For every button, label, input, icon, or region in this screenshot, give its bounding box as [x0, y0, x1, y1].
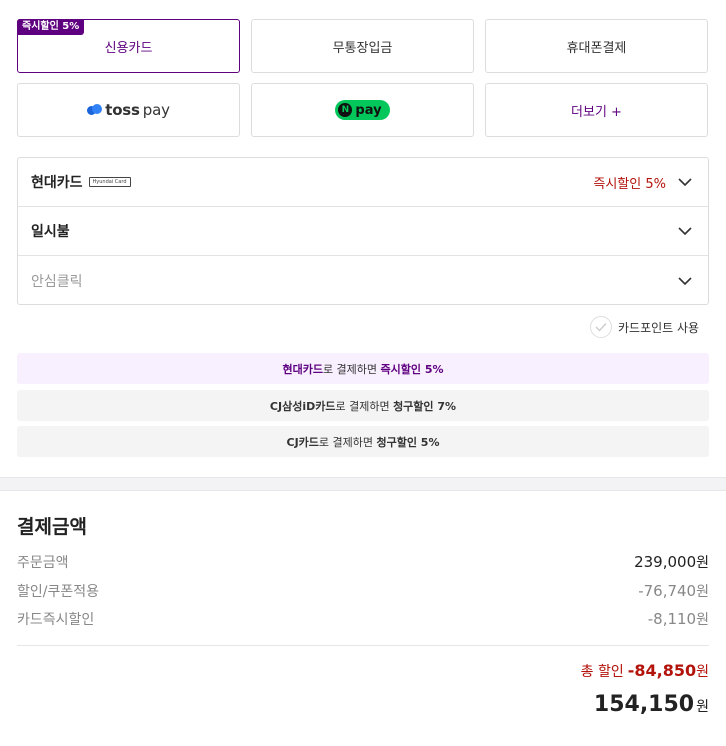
benefit-card-name: CJ삼성iD카드: [269, 399, 336, 413]
hyundai-card-logo: Hyundai Card: [88, 177, 131, 187]
naver-pay-option[interactable]: N pay: [251, 83, 474, 137]
coupon-discount-label: 할인/쿠폰적용: [17, 584, 99, 600]
total-discount-value: -84,850: [627, 661, 697, 680]
chevron-down-icon: [678, 178, 692, 186]
check-icon: [590, 316, 612, 338]
card-company-name: 현대카드: [31, 175, 83, 191]
order-amount-label: 주문금액: [17, 555, 69, 571]
installment-value: 일시불: [31, 224, 70, 240]
toss-brand-text: toss: [105, 101, 140, 119]
card-benefit-banner: 현대카드 로 결제하면 즉시할인 5%: [17, 353, 709, 384]
naver-n-icon: N: [338, 103, 353, 117]
card-point-checkbox[interactable]: 카드포인트 사용: [590, 316, 699, 338]
total-payment-value: 154,150: [593, 692, 695, 717]
toss-pay-option[interactable]: toss pay: [17, 83, 240, 137]
payment-method-panel: 즉시할인 5% 신용카드 무통장입금 휴대폰결제 toss pay N pay …: [0, 0, 726, 478]
more-methods-button[interactable]: 더보기 +: [485, 83, 708, 137]
benefit-text: 로 결제하면: [335, 399, 394, 413]
payment-amount-title: 결제금액: [17, 516, 87, 538]
instant-discount-badge: 즉시할인 5%: [17, 19, 85, 35]
card-point-label: 카드포인트 사용: [618, 320, 700, 335]
card-discount-row: 카드즉시할인 -8,110원: [17, 609, 709, 631]
benefit-discount: 청구할인 7%: [393, 399, 457, 413]
toss-pay-text: pay: [142, 101, 170, 119]
card-benefit-banner: CJ삼성iD카드 로 결제하면 청구할인 7%: [17, 390, 709, 421]
mobile-payment-label: 휴대폰결제: [566, 40, 627, 56]
card-promo-text: 즉시할인 5%: [593, 176, 666, 192]
divider: [17, 645, 709, 646]
benefit-text: 로 결제하면: [322, 362, 381, 376]
coupon-discount-row: 할인/쿠폰적용 -76,740원: [17, 581, 709, 603]
installment-select[interactable]: 일시불: [18, 207, 708, 256]
benefit-card-name: 현대카드: [282, 362, 323, 376]
auth-method-value: 안심클릭: [31, 273, 83, 290]
card-select-box: 현대카드 Hyundai Card 즉시할인 5% 일시불 안심클릭: [17, 157, 709, 305]
bank-transfer-label: 무통장입금: [332, 40, 393, 56]
card-discount-value: -8,110원: [647, 610, 709, 628]
auth-method-select[interactable]: 안심클릭: [18, 256, 708, 305]
chevron-down-icon: [678, 276, 692, 285]
benefit-text: 로 결제하면: [318, 435, 377, 449]
card-discount-label: 카드즉시할인: [17, 612, 95, 628]
benefit-discount: 청구할인 5%: [376, 435, 440, 449]
benefit-discount: 즉시할인 5%: [380, 362, 444, 376]
card-company-select[interactable]: 현대카드 Hyundai Card 즉시할인 5%: [18, 158, 708, 207]
bank-transfer-option[interactable]: 무통장입금: [251, 19, 474, 73]
naver-pay-logo: N pay: [335, 100, 390, 120]
credit-card-option[interactable]: 즉시할인 5% 신용카드: [17, 19, 240, 73]
total-discount-label: 총 할인: [580, 664, 624, 680]
order-amount-row: 주문금액 239,000원: [17, 552, 709, 574]
toss-logo-icon: [87, 104, 103, 116]
total-payment-amount: 154,150 원: [593, 692, 709, 717]
card-benefit-banner: CJ카드 로 결제하면 청구할인 5%: [17, 426, 709, 457]
mobile-payment-option[interactable]: 휴대폰결제: [485, 19, 708, 73]
order-amount-value: 239,000원: [634, 553, 709, 571]
credit-card-label: 신용카드: [104, 40, 153, 56]
coupon-discount-value: -76,740원: [638, 582, 709, 600]
naver-pay-text: pay: [355, 102, 382, 118]
chevron-down-icon: [678, 227, 692, 235]
more-methods-label: 더보기 +: [571, 104, 622, 120]
toss-pay-logo: toss pay: [87, 101, 170, 119]
total-discount: 총 할인 -84,850원: [580, 661, 709, 680]
benefit-card-name: CJ카드: [286, 435, 319, 449]
